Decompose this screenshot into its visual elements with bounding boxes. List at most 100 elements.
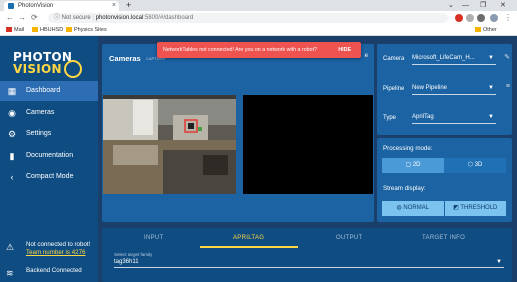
back-icon[interactable]: ←: [6, 13, 14, 23]
pipeline-select-value: New Pipeline: [412, 85, 448, 91]
gear-icon: ⚙: [7, 129, 17, 139]
sidebar-item-label: Compact Mode: [26, 173, 74, 180]
cameras-title: Cameras: [109, 54, 141, 63]
tab-apriltag[interactable]: APRILTAG: [233, 235, 264, 241]
minimize-button[interactable]: —: [462, 0, 469, 11]
dropdown-arrow-icon: ▼: [496, 259, 502, 265]
mode-3d-button[interactable]: ⬡ 3D: [444, 158, 506, 173]
processing-card: Processing mode: ▢ 2D ⬡ 3D Stream displa…: [377, 138, 512, 222]
pipeline-tabs-card: INPUT APRILTAG OUTPUT TARGET INFO Select…: [102, 228, 512, 282]
bookmarks-bar: Mail HBUHSD Physics Sites Other bookmark…: [0, 25, 517, 43]
close-tab-icon[interactable]: ×: [112, 1, 116, 11]
sidebar-item-cameras[interactable]: ◉ Cameras: [0, 103, 98, 123]
logo-text-bottom: VISION: [13, 62, 62, 76]
camera-label: Camera: [383, 56, 405, 62]
cube-icon: ⬡: [467, 162, 475, 168]
target-family-select[interactable]: tag36h11 ▼: [114, 258, 504, 268]
sidebar-item-label: Settings: [26, 130, 52, 137]
close-window-button[interactable]: ✕: [500, 0, 506, 11]
target-family-value: tag36h11: [114, 259, 139, 265]
sidebar-item-label: Cameras: [26, 109, 55, 116]
camera-feed-image: [103, 95, 236, 194]
mode-2d-button[interactable]: ▢ 2D: [382, 158, 444, 173]
processing-mode-label: Processing mode:: [383, 145, 433, 152]
camera-icon: ◉: [8, 108, 16, 118]
edit-pencil-icon[interactable]: ✎: [504, 53, 510, 61]
cameras-header-text: e: [364, 53, 368, 59]
networktables-warning-toast: NetworkTables not connected! Are you on …: [157, 42, 361, 58]
profile-avatar-icon[interactable]: [490, 14, 498, 22]
not-secure-indicator[interactable]: ⓘ Not secure: [54, 15, 91, 21]
robot-status-text: Not connected to robot!: [26, 241, 91, 248]
backend-connection-status: ≋ Backend Connected: [0, 267, 98, 278]
menu-kebab-icon[interactable]: ⋮: [504, 13, 512, 23]
sidebar-item-settings[interactable]: ⚙ Settings: [0, 124, 98, 144]
sidebar-item-label: Documentation: [26, 152, 74, 159]
dropdown-arrow-icon: ▼: [488, 114, 494, 120]
pipeline-type-select[interactable]: AprilTag ▼: [412, 112, 496, 124]
cameras-card: Cameras CAPTURE e: [102, 44, 374, 222]
tab-search-icon[interactable]: ⌄: [448, 0, 454, 11]
browser-tabbar: PhotonVision × + ⌄ — ❐ ✕: [0, 0, 517, 11]
stream-display-label: Stream display:: [383, 185, 426, 192]
team-number-link[interactable]: Team number is 4276: [26, 249, 98, 256]
output-camera-stream[interactable]: [243, 95, 373, 194]
input-camera-stream[interactable]: [103, 95, 236, 194]
browser-toolbar: ← → ⟳ ⓘ Not secure | photonvision.local:…: [0, 11, 517, 25]
extension-icon[interactable]: [455, 14, 463, 22]
tab-output[interactable]: OUTPUT: [336, 235, 362, 241]
robot-connection-status: ⚠ Not connected to robot! Team number is…: [0, 241, 98, 256]
toast-message: NetworkTables not connected! Are you on …: [163, 47, 317, 53]
puzzle-icon[interactable]: [477, 14, 485, 22]
pipeline-menu-icon[interactable]: ≡: [506, 83, 510, 90]
type-select-value: AprilTag: [412, 114, 434, 120]
dropdown-arrow-icon: ▼: [488, 85, 494, 91]
bookmark-hbuhsd[interactable]: HBUHSD: [32, 25, 63, 35]
wifi-icon: ≋: [6, 268, 14, 278]
camera-settings-card: Camera Microsoft_LifeCam_H... ▼ ✎ Pipeli…: [377, 44, 512, 135]
browser-tab[interactable]: PhotonVision ×: [4, 1, 119, 11]
url-host: photonvision.local: [95, 15, 144, 21]
dropdown-arrow-icon: ▼: [488, 55, 494, 61]
tab-input[interactable]: INPUT: [144, 235, 164, 241]
camera-select[interactable]: Microsoft_LifeCam_H... ▼: [412, 53, 496, 65]
backend-status-text: Backend Connected: [26, 267, 82, 274]
forward-icon[interactable]: →: [18, 13, 26, 23]
sidebar-item-label: Dashboard: [26, 87, 61, 94]
target-family-label: Select target family: [114, 252, 153, 257]
sidebar-item-documentation[interactable]: ▮ Documentation: [0, 146, 98, 166]
book-icon: ▮: [9, 151, 15, 161]
sidebar-item-dashboard[interactable]: ▦ Dashboard: [0, 81, 98, 101]
photonvision-favicon-icon: [8, 3, 14, 9]
maximize-button[interactable]: ❐: [480, 0, 486, 11]
folder-icon: [66, 27, 72, 32]
chevron-left-icon: ‹: [10, 172, 14, 182]
stream-display-toggle: ◍ NORMAL ◩ THRESHOLD: [382, 201, 506, 216]
bookmark-mail[interactable]: Mail: [6, 25, 24, 35]
sidebar: PHOTON VISION ▦ Dashboard ◉ Cameras ⚙ Se…: [0, 36, 98, 282]
processing-mode-toggle: ▢ 2D ⬡ 3D: [382, 158, 506, 173]
extension-icon[interactable]: [466, 14, 474, 22]
square-icon: ▢: [405, 162, 413, 168]
active-tab-indicator: [200, 246, 298, 248]
address-bar[interactable]: ⓘ Not secure | photonvision.local:5800/#…: [48, 13, 448, 23]
reload-icon[interactable]: ⟳: [31, 13, 38, 23]
type-label: Type: [383, 115, 397, 121]
stream-threshold-button[interactable]: ◩ THRESHOLD: [444, 201, 506, 216]
sidebar-item-compact-mode[interactable]: ‹ Compact Mode: [0, 167, 98, 187]
stream-normal-button[interactable]: ◍ NORMAL: [382, 201, 444, 216]
folder-icon: [475, 27, 481, 32]
tab-target-info[interactable]: TARGET INFO: [422, 235, 465, 241]
new-tab-button[interactable]: +: [126, 0, 131, 11]
toast-hide-button[interactable]: HIDE: [338, 42, 351, 58]
browser-tab-title: PhotonVision: [18, 3, 54, 9]
dashboard-icon: ▦: [7, 86, 17, 96]
gmail-icon: [6, 27, 12, 32]
pipeline-select[interactable]: New Pipeline ▼: [412, 83, 496, 95]
url-path: :5800/#/dashboard: [143, 15, 194, 21]
camera-select-value: Microsoft_LifeCam_H...: [412, 55, 475, 61]
pipeline-label: Pipeline: [383, 86, 405, 92]
logo-ring-icon: [64, 60, 82, 78]
folder-icon: [32, 27, 38, 32]
bookmark-physics-sites[interactable]: Physics Sites: [66, 25, 107, 35]
